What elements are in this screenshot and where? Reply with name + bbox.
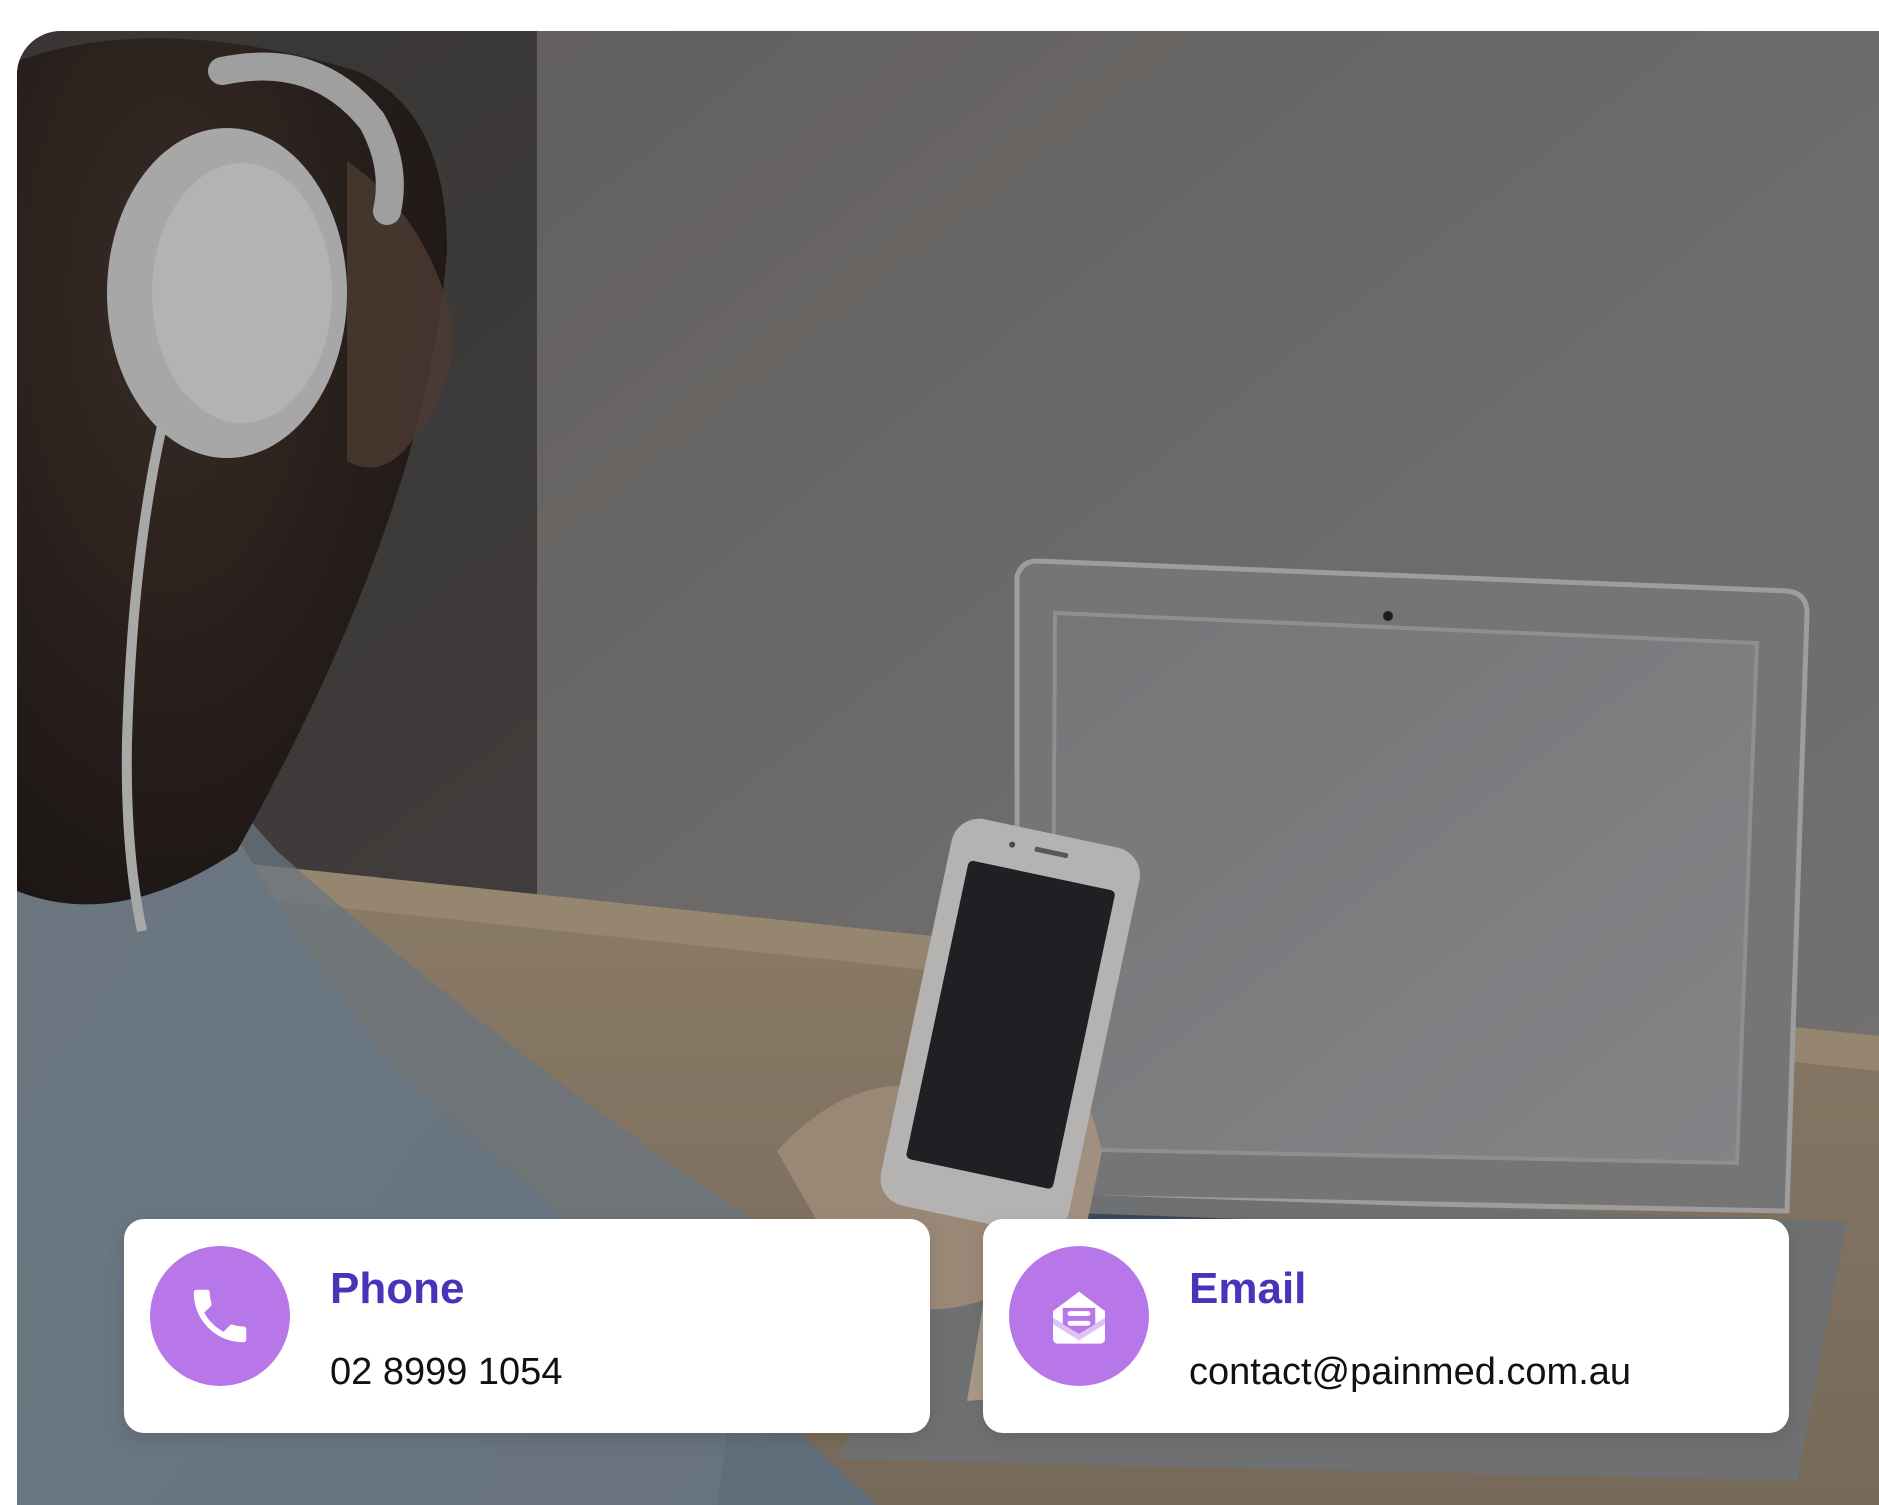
phone-contact-card[interactable]: Phone 02 8999 1054 (124, 1219, 930, 1433)
email-address[interactable]: contact@painmed.com.au (1189, 1353, 1631, 1391)
email-icon (1009, 1246, 1149, 1386)
phone-card-title: Phone (330, 1264, 465, 1313)
hero-banner: Phone 02 8999 1054 Email contact@painmed… (17, 31, 1879, 1505)
phone-icon (150, 1246, 290, 1386)
email-contact-card[interactable]: Email contact@painmed.com.au (983, 1219, 1789, 1433)
phone-number[interactable]: 02 8999 1054 (330, 1353, 562, 1391)
email-card-title: Email (1189, 1264, 1307, 1313)
